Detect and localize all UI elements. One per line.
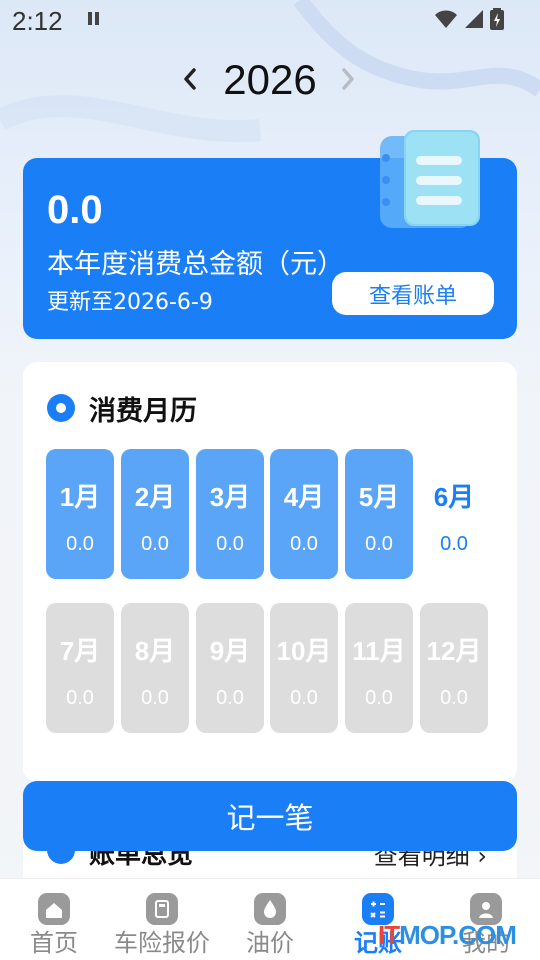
view-bill-button[interactable]: 查看账单 <box>332 272 494 315</box>
month-amount: 0.0 <box>141 533 169 555</box>
month-name: 9月 <box>209 636 251 666</box>
month-name: 6月 <box>433 482 475 512</box>
calendar-header: 消费月历 <box>47 388 197 428</box>
month-tile[interactable]: 9月 0.0 <box>196 603 264 733</box>
month-name: 8月 <box>134 636 176 666</box>
month-amount: 0.0 <box>216 687 244 709</box>
month-tile[interactable]: 7月 0.0 <box>46 603 114 733</box>
year-label: 2026 <box>223 56 317 103</box>
nav-label: 首页 <box>30 929 78 957</box>
month-name: 10月 <box>276 636 332 666</box>
month-name: 2月 <box>134 482 176 512</box>
month-amount: 0.0 <box>66 533 94 555</box>
month-amount: 0.0 <box>290 687 318 709</box>
month-tile[interactable]: 6月 0.0 <box>420 449 488 579</box>
record-expense-button[interactable]: 记一笔 <box>23 781 517 851</box>
month-amount: 0.0 <box>290 533 318 555</box>
nav-item-calculator[interactable]: 车险报价 <box>108 879 216 960</box>
month-tile[interactable]: 3月 0.0 <box>196 449 264 579</box>
month-tile[interactable]: 8月 0.0 <box>121 603 189 733</box>
oil-drop-icon <box>254 893 286 925</box>
total-amount-label: 本年度消费总金额（元） <box>47 249 344 280</box>
month-name: 11月 <box>352 636 406 666</box>
month-tile[interactable]: 11月 0.0 <box>345 603 413 733</box>
status-bar: 2:12 <box>0 0 540 44</box>
month-name: 12月 <box>426 636 482 666</box>
home-icon <box>38 893 70 925</box>
notebook-icon <box>380 130 480 228</box>
status-time: 2:12 <box>12 6 63 36</box>
month-tile[interactable]: 10月 0.0 <box>270 603 338 733</box>
battery-icon <box>490 8 504 30</box>
month-name: 1月 <box>59 482 101 512</box>
nav-label: 油价 <box>246 929 294 957</box>
status-icons <box>434 8 504 30</box>
month-amount: 0.0 <box>216 533 244 555</box>
month-tile[interactable]: 4月 0.0 <box>270 449 338 579</box>
month-amount: 0.0 <box>365 687 393 709</box>
month-tile[interactable]: 5月 0.0 <box>345 449 413 579</box>
month-tile[interactable]: 1月 0.0 <box>46 449 114 579</box>
signal-icon <box>465 10 483 28</box>
monthly-calendar-card: 消费月历 1月 0.0 2月 0.0 3月 0.0 4月 0.0 5月 0.0 6月 0.0 7月 0.0… <box>23 362 517 782</box>
section-marker-icon <box>47 394 75 422</box>
month-amount: 0.0 <box>141 687 169 709</box>
year-selector: 2026 <box>0 52 540 108</box>
month-tile[interactable]: 2月 0.0 <box>121 449 189 579</box>
month-amount: 0.0 <box>440 687 468 709</box>
nav-label: 车险报价 <box>114 929 210 957</box>
calendar-title: 消费月历 <box>89 395 197 427</box>
wifi-icon <box>435 10 457 28</box>
total-amount: 0.0 <box>47 188 103 232</box>
nav-item-home[interactable]: 首页 <box>0 879 108 960</box>
month-amount: 0.0 <box>66 687 94 709</box>
updated-date: 更新至2026-6-9 <box>47 290 213 315</box>
notification-pause-icon <box>88 12 100 26</box>
watermark: ITMOP.COM <box>378 920 517 950</box>
month-name: 3月 <box>209 482 251 512</box>
month-name: 5月 <box>358 482 400 512</box>
month-amount: 0.0 <box>365 533 393 555</box>
month-name: 4月 <box>283 482 325 512</box>
calculator-icon <box>146 893 178 925</box>
nav-item-oil-drop[interactable]: 油价 <box>216 879 324 960</box>
month-name: 7月 <box>59 636 101 666</box>
chevron-right-icon[interactable] <box>336 64 360 94</box>
month-tile[interactable]: 12月 0.0 <box>420 603 488 733</box>
month-amount: 0.0 <box>440 533 468 555</box>
